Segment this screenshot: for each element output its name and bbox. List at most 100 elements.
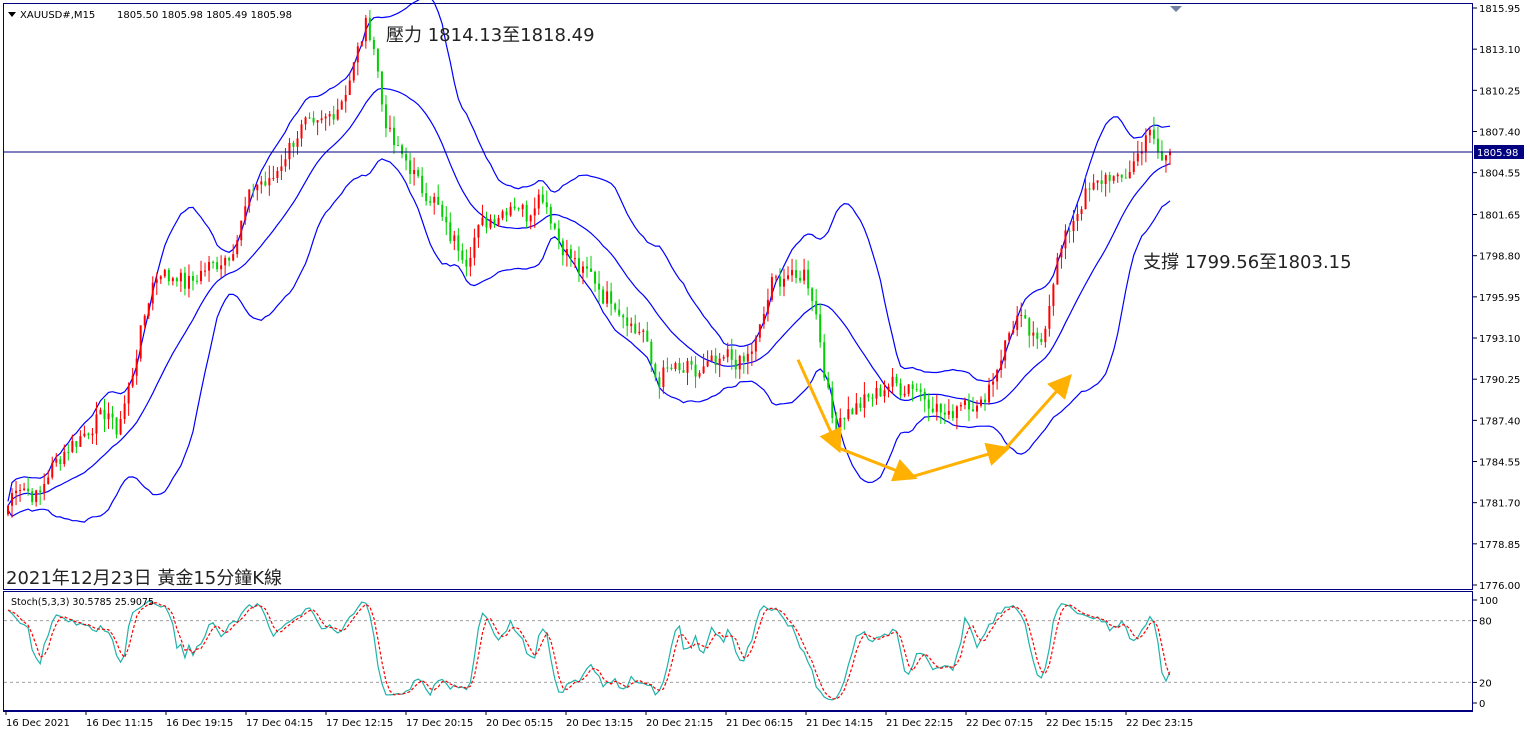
candle-body [935, 403, 938, 412]
candle-body [429, 201, 432, 203]
stoch-panel[interactable] [3, 591, 1473, 711]
candle-body [453, 235, 456, 241]
time-tick-label: 22 Dec 23:15 [1126, 718, 1193, 729]
candle-body [123, 403, 126, 420]
candle-body [1120, 174, 1123, 178]
time-axis[interactable]: 16 Dec 2021 16 Dec 11:15 16 Dec 19:15 17 De… [5, 711, 1193, 729]
candle-body [356, 46, 359, 63]
time-tick-label: 20 Dec 21:15 [646, 718, 713, 729]
candle-body [963, 400, 966, 406]
candle-body [47, 477, 50, 484]
candle-body [1072, 221, 1075, 232]
candle-body [614, 303, 617, 310]
candle-body [662, 367, 665, 388]
candle-body [1108, 174, 1111, 181]
stoch-axis: 100 80 20 0 [1473, 596, 1498, 710]
candle-body [573, 258, 576, 260]
price-axis[interactable]: 1815.95 1813.10 1810.25 1807.40 1804.55 1801.… [1473, 4, 1520, 592]
candle-body [19, 490, 22, 492]
candle-body [630, 323, 633, 326]
candle-body [610, 291, 613, 304]
stoch-tick-label: 20 [1479, 678, 1492, 689]
candle-body [1032, 332, 1035, 336]
candle-body [734, 359, 737, 370]
candle-body [1088, 188, 1091, 190]
candle-body [811, 288, 814, 301]
candle-body [27, 488, 30, 492]
candle-body [988, 384, 991, 403]
chart-caption: 2021年12月23日 黃金15分鐘K線 [6, 568, 282, 589]
candle-body [441, 204, 444, 217]
candle-body [1104, 174, 1107, 185]
candle-body [654, 363, 657, 378]
candle-body [517, 208, 520, 210]
candle-body [1164, 155, 1167, 161]
candle-body [163, 269, 166, 277]
price-tick-label: 1807.40 [1479, 127, 1520, 138]
candle-body [392, 127, 395, 146]
candle-body [380, 71, 383, 105]
candle-body [871, 397, 874, 399]
candle-body [923, 391, 926, 400]
candle-body [847, 409, 850, 419]
candle-body [1000, 360, 1003, 370]
candle-body [529, 215, 532, 222]
candle-body [204, 270, 207, 272]
candle-body [212, 261, 215, 263]
candle-body [35, 490, 38, 502]
candle-body [1048, 306, 1051, 329]
candle-body [819, 314, 822, 343]
candle-body [1024, 314, 1027, 319]
time-tick-label: 17 Dec 04:15 [246, 718, 313, 729]
candle-body [714, 355, 717, 366]
candle-body [903, 393, 906, 396]
candle-body [525, 204, 528, 222]
price-tick-label: 1810.25 [1479, 86, 1520, 97]
candle-body [1052, 284, 1055, 307]
candle-body [372, 39, 375, 50]
candle-body [171, 278, 174, 282]
candle-body [803, 269, 806, 281]
candle-body [1068, 230, 1071, 232]
candle-body [264, 181, 267, 186]
candle-body [1160, 151, 1163, 161]
candle-body [634, 323, 637, 334]
candle-body [750, 351, 753, 354]
candle-body [99, 409, 102, 415]
candle-body [895, 376, 898, 384]
candle-body [766, 299, 769, 315]
candle-body [879, 388, 882, 397]
main-chart-panel[interactable] [3, 3, 1473, 590]
candle-body [722, 357, 725, 359]
candle-body [1100, 180, 1103, 185]
candle-body [1132, 161, 1135, 172]
candle-body [276, 170, 279, 178]
candle-body [839, 417, 842, 431]
candle-body [107, 413, 110, 420]
candle-body [477, 224, 480, 238]
candle-body [71, 440, 74, 452]
candle-body [1080, 209, 1083, 214]
candle-body [690, 360, 693, 365]
candle-body [183, 272, 186, 289]
candle-body [835, 418, 838, 431]
candle-body [1012, 329, 1015, 334]
candle-body [360, 41, 363, 47]
candle-body [883, 390, 886, 397]
candle-body [135, 358, 138, 376]
candle-body [501, 211, 504, 219]
price-tick-label: 1798.80 [1479, 252, 1520, 263]
time-tick-label: 16 Dec 11:15 [86, 718, 153, 729]
candle-body [216, 262, 219, 270]
candle-body [887, 386, 890, 391]
candle-body [674, 363, 677, 370]
candle-body [489, 219, 492, 228]
candle-body [943, 412, 946, 415]
candle-body [787, 275, 790, 279]
time-tick-label: 22 Dec 07:15 [966, 718, 1033, 729]
candle-body [473, 237, 476, 258]
candle-body [63, 451, 66, 464]
candle-body [384, 104, 387, 129]
candle-body [650, 341, 653, 364]
chart-canvas[interactable]: 1815.95 1813.10 1810.25 1807.40 1804.55 1801.… [0, 0, 1530, 740]
